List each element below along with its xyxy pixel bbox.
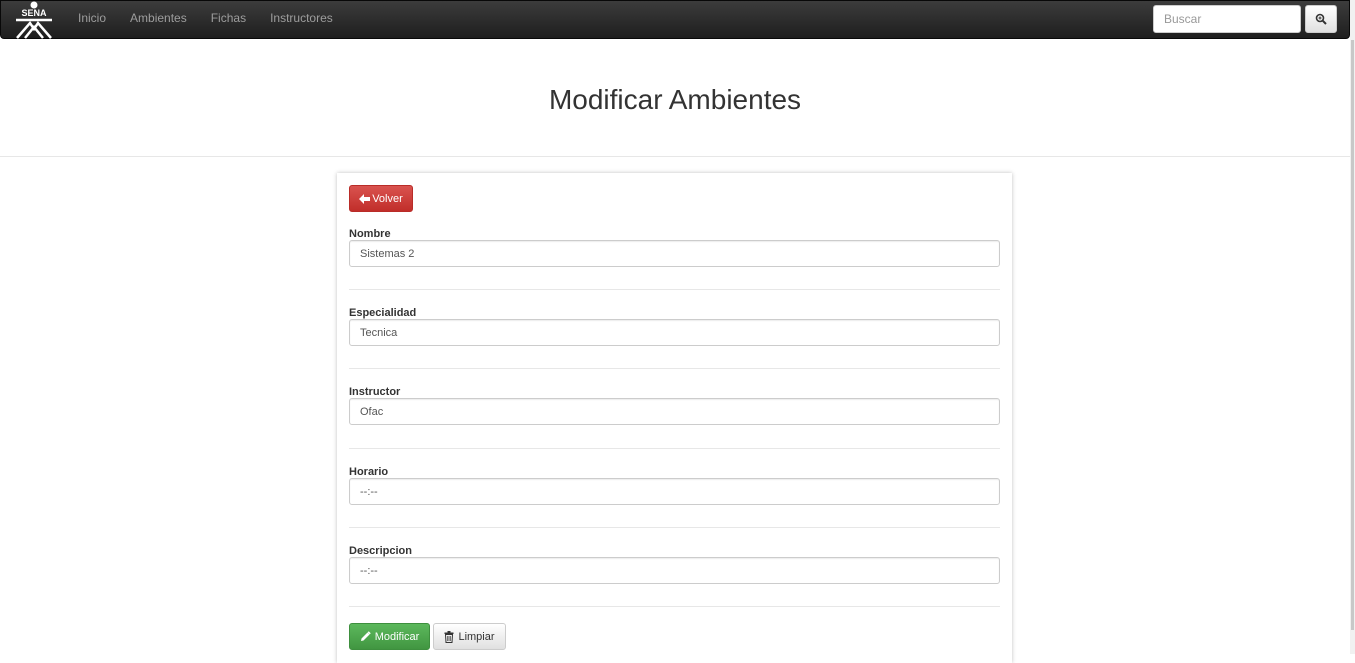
navbar: SENA Inicio Ambientes Fichas Instructore… <box>0 0 1350 39</box>
nav-link-inicio[interactable]: Inicio <box>66 1 118 38</box>
field-especialidad: Especialidad <box>349 307 1000 346</box>
field-instructor: Instructor <box>349 386 1000 425</box>
sena-logo[interactable]: SENA <box>13 1 55 39</box>
modify-button[interactable]: Modificar <box>349 623 430 650</box>
svg-text:SENA: SENA <box>21 8 47 18</box>
divider <box>349 527 1000 528</box>
trash-icon <box>444 630 454 643</box>
nav-link-fichas[interactable]: Fichas <box>199 1 258 38</box>
scrollbar-thumb[interactable] <box>1351 40 1354 630</box>
descripcion-input[interactable] <box>349 557 1000 584</box>
search-icon <box>1315 13 1327 25</box>
clear-button[interactable]: Limpiar <box>433 623 506 650</box>
clear-button-label: Limpiar <box>458 630 495 643</box>
divider <box>349 368 1000 369</box>
field-descripcion: Descripcion <box>349 545 1000 584</box>
especialidad-input[interactable] <box>349 319 1000 346</box>
horario-input[interactable] <box>349 478 1000 505</box>
search-button[interactable] <box>1305 5 1337 33</box>
page-title: Modificar Ambientes <box>548 84 802 115</box>
back-button-label: Volver <box>372 192 403 205</box>
field-horario: Horario <box>349 466 1000 505</box>
divider <box>349 289 1000 290</box>
pencil-icon <box>360 631 371 641</box>
nombre-input[interactable] <box>349 240 1000 267</box>
search-input[interactable] <box>1153 5 1301 33</box>
instructor-input[interactable] <box>349 398 1000 425</box>
arrow-left-icon <box>359 193 371 204</box>
modify-button-label: Modificar <box>374 630 420 643</box>
form-panel: Volver Nombre Especialidad Instructor Ho… <box>337 173 1012 663</box>
back-button[interactable]: Volver <box>349 185 413 212</box>
nav-link-instructores[interactable]: Instructores <box>258 1 345 38</box>
nav-link-ambientes[interactable]: Ambientes <box>118 1 199 38</box>
divider <box>349 448 1000 449</box>
title-divider <box>0 156 1350 157</box>
divider <box>349 606 1000 607</box>
field-nombre: Nombre <box>349 228 1000 267</box>
